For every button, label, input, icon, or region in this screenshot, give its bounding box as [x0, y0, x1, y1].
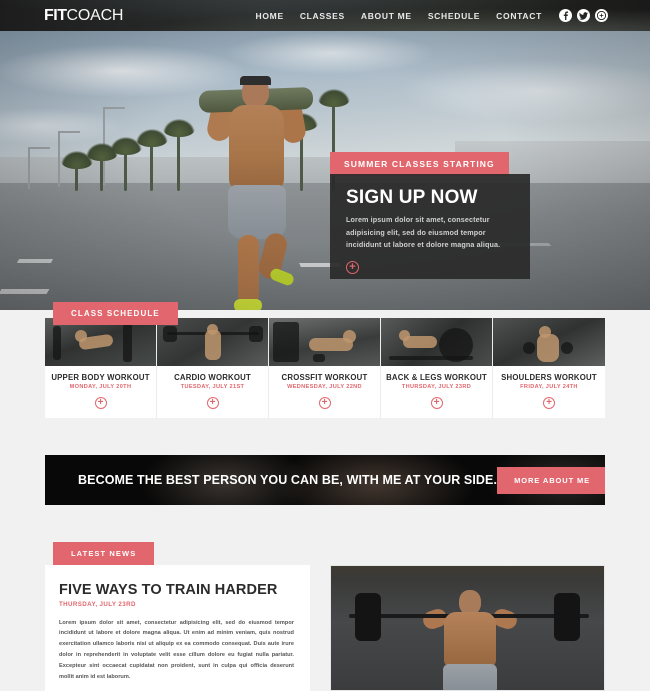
class-card-body: SHOULDERS WORKOUT FRIDAY, JULY 24TH + [493, 366, 605, 418]
class-thumbnail [269, 318, 380, 366]
class-card-title: BACK & LEGS WORKOUT [386, 373, 487, 382]
latest-news-badge: LATEST NEWS [53, 542, 155, 565]
class-thumbnail [45, 318, 156, 366]
class-card[interactable]: UPPER BODY WORKOUT MONDAY, JULY 20TH + [45, 318, 157, 418]
plus-circle-icon[interactable]: + [94, 397, 107, 409]
class-card-body: UPPER BODY WORKOUT MONDAY, JULY 20TH + [45, 366, 156, 418]
nav-item-classes[interactable]: CLASSES [300, 11, 345, 21]
class-card-date: MONDAY, JULY 20TH [69, 384, 132, 390]
plus-circle-icon[interactable]: + [543, 397, 555, 409]
plus-circle-icon[interactable]: + [318, 397, 331, 409]
facebook-icon[interactable] [559, 9, 572, 22]
class-card-date: TUESDAY, JULY 21ST [180, 384, 245, 390]
nav-item-about-me[interactable]: ABOUT ME [361, 11, 412, 21]
twitter-icon[interactable] [577, 9, 590, 22]
class-card-title: CROSSFIT WORKOUT [281, 373, 368, 382]
class-card-date: THURSDAY, JULY 23RD [401, 384, 472, 390]
class-card[interactable]: SHOULDERS WORKOUT FRIDAY, JULY 24TH + [493, 318, 605, 418]
cta-text: BECOME THE BEST PERSON YOU CAN BE, WITH … [78, 473, 498, 487]
class-thumbnail [493, 318, 605, 366]
hero-signup-box: SIGN UP NOW Lorem ipsum dolor sit amet, … [330, 174, 530, 279]
more-about-me-button[interactable]: MORE ABOUT ME [497, 466, 605, 494]
logo-secondary: COACH [66, 6, 124, 24]
site-header: FITCOACH HOME CLASSES ABOUT ME SCHEDULE … [0, 0, 650, 31]
plus-circle-icon[interactable]: + [206, 397, 219, 409]
nav-item-schedule[interactable]: SCHEDULE [428, 11, 480, 21]
class-card-title: SHOULDERS WORKOUT [501, 373, 597, 382]
news-date: THURSDAY, JULY 23RD [59, 600, 136, 608]
class-card-body: BACK & LEGS WORKOUT THURSDAY, JULY 23RD … [381, 366, 492, 418]
google-plus-icon[interactable] [595, 9, 608, 22]
plus-circle-icon[interactable]: + [346, 260, 359, 274]
class-card-body: CARDIO WORKOUT TUESDAY, JULY 21ST + [157, 366, 268, 418]
class-card-title: UPPER BODY WORKOUT [51, 373, 150, 382]
nav-item-home[interactable]: HOME [256, 11, 284, 21]
cta-banner: BECOME THE BEST PERSON YOU CAN BE, WITH … [45, 455, 605, 505]
class-schedule-section: CLASS SCHEDULE UPPER BODY WORKOUT MONDAY… [0, 302, 650, 423]
nav-item-contact[interactable]: CONTACT [496, 11, 542, 21]
main-navigation: HOME CLASSES ABOUT ME SCHEDULE CONTACT [256, 11, 542, 21]
page-root: FITCOACH HOME CLASSES ABOUT ME SCHEDULE … [0, 0, 650, 691]
class-thumbnail [157, 318, 268, 366]
news-body: Lorem ipsum dolor sit amet, consectetur … [59, 619, 294, 681]
class-card[interactable]: BACK & LEGS WORKOUT THURSDAY, JULY 23RD … [381, 318, 493, 418]
news-title[interactable]: FIVE WAYS TO TRAIN HARDER [59, 583, 294, 598]
plus-circle-icon[interactable]: + [430, 397, 443, 409]
hero-section: SUMMER CLASSES STARTING SIGN UP NOW Lore… [0, 31, 650, 310]
news-image [330, 565, 605, 691]
social-links [559, 9, 608, 22]
site-logo[interactable]: FITCOACH [44, 6, 124, 24]
hero-title: SIGN UP NOW [346, 187, 478, 208]
class-card-date: FRIDAY, JULY 24TH [520, 384, 578, 390]
hero-vignette [0, 31, 650, 310]
class-card-body: CROSSFIT WORKOUT WEDNESDAY, JULY 22ND + [269, 366, 380, 418]
class-thumbnail [381, 318, 492, 366]
class-card-date: WEDNESDAY, JULY 22ND [287, 384, 362, 390]
logo-primary: FIT [44, 6, 67, 24]
news-article: FIVE WAYS TO TRAIN HARDER THURSDAY, JULY… [45, 565, 310, 691]
hero-badge: SUMMER CLASSES STARTING [330, 152, 509, 176]
hero-body: Lorem ipsum dolor sit amet, consectetur … [346, 215, 501, 250]
class-schedule-badge: CLASS SCHEDULE [53, 302, 178, 325]
class-card[interactable]: CARDIO WORKOUT TUESDAY, JULY 21ST + [157, 318, 269, 418]
class-card-list: UPPER BODY WORKOUT MONDAY, JULY 20TH + C… [45, 318, 605, 418]
class-card[interactable]: CROSSFIT WORKOUT WEDNESDAY, JULY 22ND + [269, 318, 381, 418]
class-card-title: CARDIO WORKOUT [174, 373, 251, 382]
